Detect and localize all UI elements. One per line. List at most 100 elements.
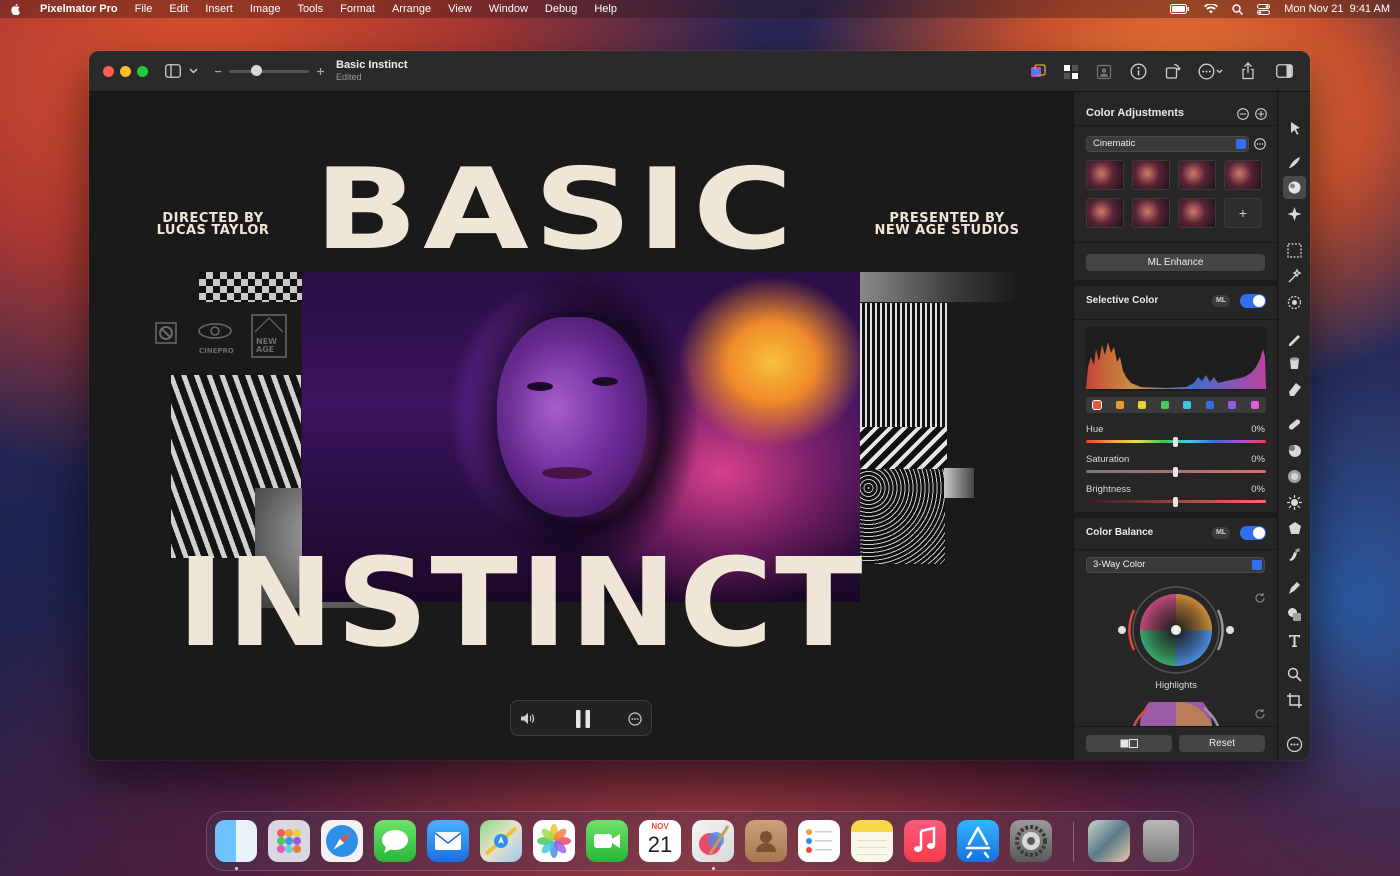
- fill-tool-icon[interactable]: [1286, 354, 1303, 371]
- preset-thumbnail[interactable]: [1178, 198, 1216, 228]
- preset-thumbnail[interactable]: [1224, 160, 1262, 190]
- zoom-slider-track[interactable]: [229, 70, 309, 73]
- close-window-button[interactable]: [103, 66, 114, 77]
- menu-view[interactable]: View: [448, 3, 472, 15]
- crop-tool-icon[interactable]: [1286, 692, 1303, 709]
- finder-dock-icon[interactable]: [215, 820, 257, 862]
- wifi-icon[interactable]: [1204, 4, 1219, 14]
- control-center-icon[interactable]: [1257, 3, 1271, 15]
- zoom-window-button[interactable]: [137, 66, 148, 77]
- shapes-tool-icon[interactable]: [1286, 606, 1303, 623]
- pixelmator-pro-dock-icon[interactable]: [692, 820, 734, 862]
- preset-select[interactable]: Cinematic: [1086, 136, 1249, 152]
- zoom-slider-knob[interactable]: [251, 65, 262, 76]
- arrange-tool-icon[interactable]: [1286, 120, 1303, 137]
- portrait-icon[interactable]: [1096, 64, 1112, 80]
- volume-icon[interactable]: [520, 712, 536, 725]
- layers-color-icon[interactable]: [1029, 63, 1047, 81]
- menu-insert[interactable]: Insert: [205, 3, 233, 15]
- color-balance-ml-badge[interactable]: ML: [1212, 527, 1230, 539]
- midtones-color-wheel[interactable]: [1118, 702, 1234, 726]
- menu-edit[interactable]: Edit: [169, 3, 188, 15]
- color-swatch[interactable]: [1092, 400, 1103, 410]
- info-icon[interactable]: [1130, 63, 1147, 80]
- effects-tool-icon[interactable]: [1286, 206, 1303, 223]
- color-swatch[interactable]: [1250, 401, 1259, 409]
- menu-image[interactable]: Image: [250, 3, 281, 15]
- mask-icon[interactable]: [1063, 64, 1079, 80]
- color-swatch[interactable]: [1183, 401, 1192, 409]
- zoom-out-icon[interactable]: [215, 71, 221, 73]
- menu-tools[interactable]: Tools: [297, 3, 323, 15]
- inspector-toggle-icon[interactable]: [1276, 64, 1293, 78]
- paint-tool-icon[interactable]: [1286, 330, 1303, 347]
- highlights-color-wheel[interactable]: [1118, 586, 1234, 676]
- sidebar-toggle-icon[interactable]: [165, 64, 181, 78]
- spotlight-search-icon[interactable]: [1232, 3, 1244, 15]
- crop-rotate-icon[interactable]: [1165, 63, 1181, 80]
- preset-thumbnail[interactable]: [1132, 198, 1170, 228]
- compare-button[interactable]: [1086, 735, 1172, 752]
- smudge-tool-icon[interactable]: [1286, 546, 1303, 563]
- chevron-down-icon[interactable]: [189, 68, 198, 74]
- reset-wheel-icon[interactable]: [1254, 592, 1266, 604]
- preset-thumbnail[interactable]: [1086, 160, 1124, 190]
- add-adjustment-icon[interactable]: [1255, 108, 1267, 120]
- reminders-dock-icon[interactable]: [798, 820, 840, 862]
- menu-debug[interactable]: Debug: [545, 3, 577, 15]
- preset-thumbnail[interactable]: [1178, 160, 1216, 190]
- player-more-icon[interactable]: [628, 712, 642, 726]
- select-tool-icon[interactable]: [1286, 242, 1303, 259]
- type-tool-icon[interactable]: [1286, 632, 1303, 649]
- app-store-dock-icon[interactable]: [957, 820, 999, 862]
- minimize-window-button[interactable]: [120, 66, 131, 77]
- apple-menu-icon[interactable]: [10, 3, 22, 15]
- erase-tool-icon[interactable]: [1286, 380, 1303, 397]
- preset-thumbnail[interactable]: [1132, 160, 1170, 190]
- menu-window[interactable]: Window: [489, 3, 528, 15]
- preset-thumbnail[interactable]: [1086, 198, 1124, 228]
- more-options-icon[interactable]: [1198, 63, 1224, 80]
- repair-tool-icon[interactable]: [1286, 416, 1303, 433]
- system-settings-dock-icon[interactable]: [1010, 820, 1052, 862]
- pen-tool-icon[interactable]: [1286, 580, 1303, 597]
- notes-dock-icon[interactable]: [851, 820, 893, 862]
- preset-more-icon[interactable]: [1254, 138, 1266, 150]
- contacts-dock-icon[interactable]: [745, 820, 787, 862]
- launchpad-dock-icon[interactable]: [268, 820, 310, 862]
- lighten-tool-icon[interactable]: [1286, 494, 1303, 511]
- music-dock-icon[interactable]: [904, 820, 946, 862]
- brightness-value[interactable]: 0%: [1251, 484, 1265, 495]
- menu-arrange[interactable]: Arrange: [392, 3, 431, 15]
- quick-selection-tool-icon[interactable]: [1286, 268, 1303, 285]
- reset-wheel-icon[interactable]: [1254, 708, 1266, 720]
- color-swatch-selector[interactable]: [1086, 397, 1266, 413]
- sharpen-tool-icon[interactable]: [1286, 468, 1303, 485]
- style-tool-icon[interactable]: [1286, 154, 1303, 171]
- menu-app-name[interactable]: Pixelmator Pro: [40, 3, 118, 15]
- safari-dock-icon[interactable]: [321, 820, 363, 862]
- messages-dock-icon[interactable]: [374, 820, 416, 862]
- facetime-dock-icon[interactable]: [586, 820, 628, 862]
- saturation-slider-knob[interactable]: [1173, 467, 1178, 477]
- clone-tool-icon[interactable]: [1286, 442, 1303, 459]
- color-swatch[interactable]: [1160, 401, 1169, 409]
- color-swatch[interactable]: [1138, 401, 1147, 409]
- hue-value[interactable]: 0%: [1251, 424, 1265, 435]
- menu-help[interactable]: Help: [594, 3, 617, 15]
- mail-dock-icon[interactable]: [427, 820, 469, 862]
- image-canvas[interactable]: CINEPRO NEW AGE BASIC INSTINCT DIRECTED …: [89, 92, 1073, 760]
- zoom-in-icon[interactable]: [317, 68, 324, 75]
- calendar-dock-icon[interactable]: NOV 21: [639, 820, 681, 862]
- reset-button[interactable]: Reset: [1179, 735, 1265, 752]
- add-preset-button[interactable]: +: [1224, 198, 1262, 228]
- maps-dock-icon[interactable]: [480, 820, 522, 862]
- battery-icon[interactable]: [1170, 4, 1190, 14]
- brightness-slider-knob[interactable]: [1173, 497, 1178, 507]
- color-swatch[interactable]: [1205, 401, 1214, 409]
- sponge-tool-icon[interactable]: [1286, 520, 1303, 537]
- color-balance-mode-select[interactable]: 3-Way Color: [1086, 557, 1265, 573]
- selective-color-ml-badge[interactable]: ML: [1212, 295, 1230, 307]
- menubar-clock[interactable]: Mon Nov 21 9:41 AM: [1284, 3, 1390, 15]
- saturation-value[interactable]: 0%: [1251, 454, 1265, 465]
